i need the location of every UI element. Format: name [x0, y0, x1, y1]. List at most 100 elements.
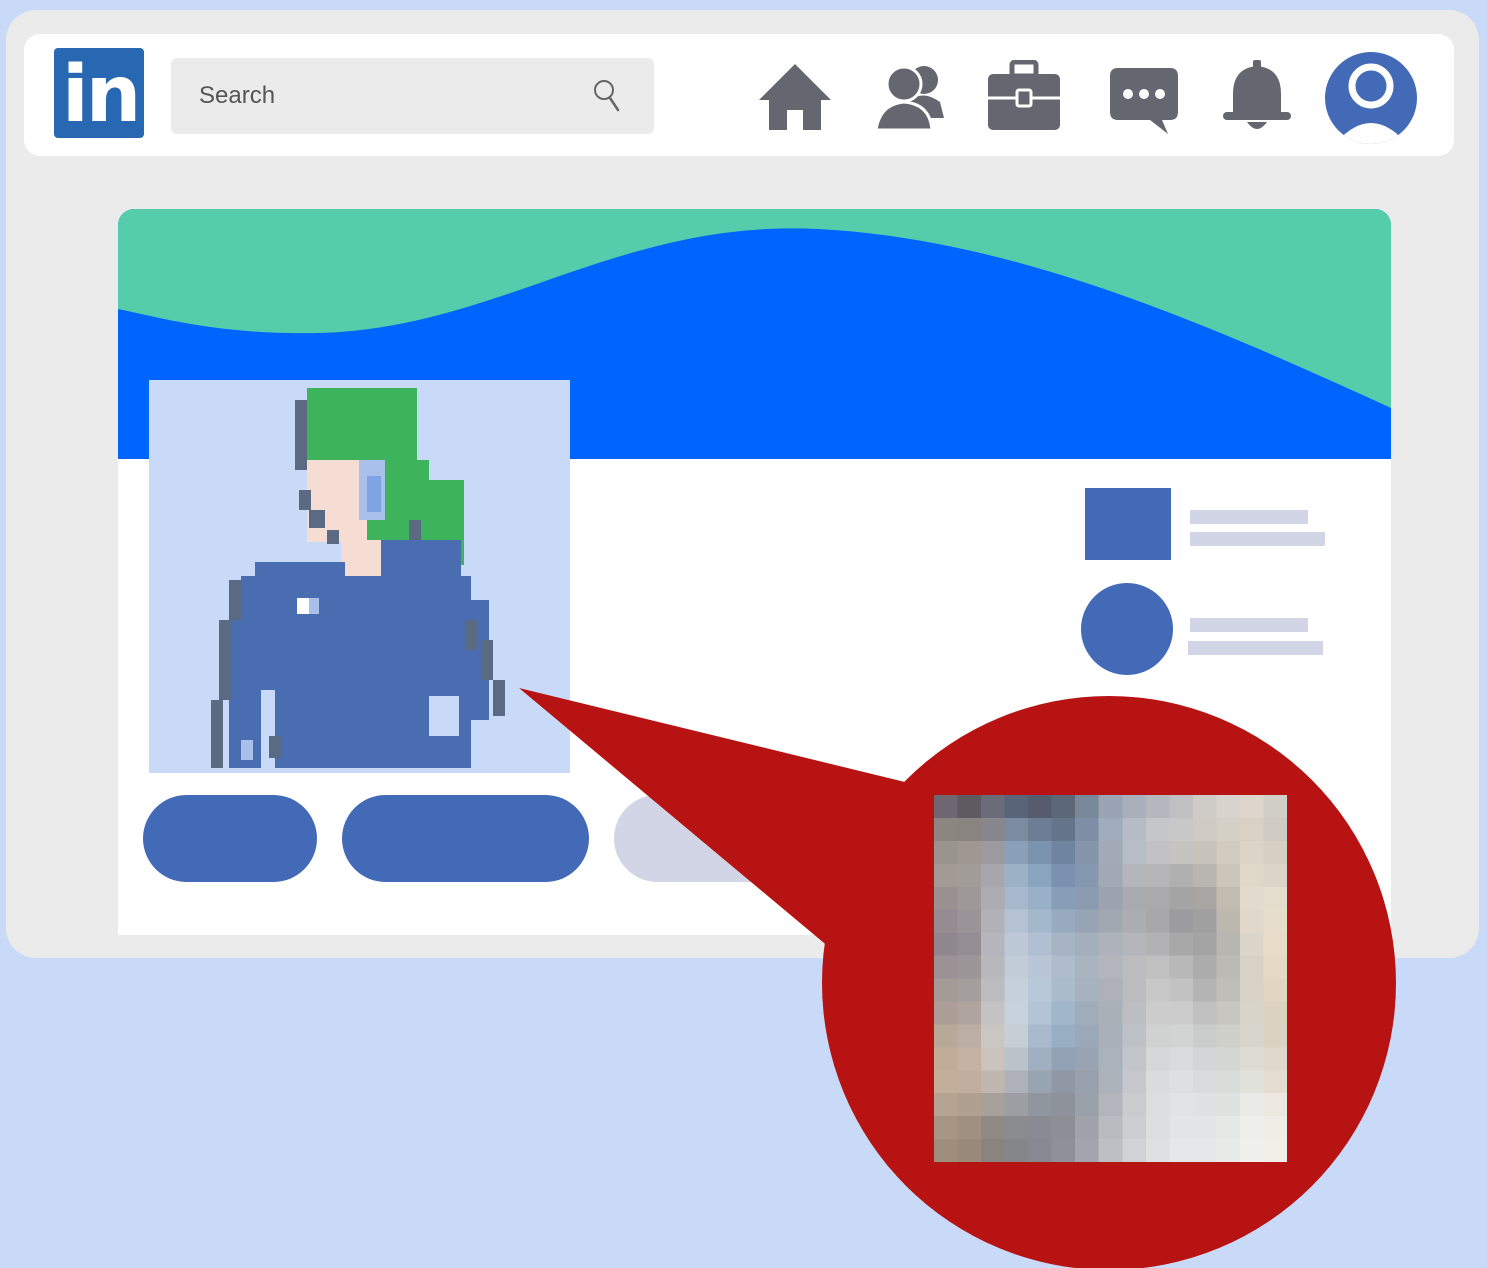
zoom-pixel: [1004, 1139, 1029, 1162]
zoom-pixel: [1263, 817, 1287, 842]
home-icon[interactable]: [757, 60, 833, 136]
zoom-pixel: [934, 909, 959, 934]
zoom-pixel: [1051, 1070, 1076, 1094]
zoom-pixel: [1004, 795, 1029, 819]
search-icon[interactable]: [592, 78, 624, 114]
profile-photo[interactable]: [149, 380, 570, 773]
zoom-pixel: [934, 1047, 959, 1071]
zoom-pixel: [1263, 1047, 1287, 1071]
zoom-pixel: [1028, 932, 1053, 957]
zoom-pixel: [1004, 932, 1029, 957]
zoom-pixel: [1004, 1116, 1029, 1140]
zoom-pixel: [1122, 1070, 1147, 1094]
zoom-pixel: [1028, 1024, 1053, 1048]
zoom-pixel: [1122, 1116, 1147, 1140]
zoom-pixel: [981, 1116, 1006, 1140]
zoom-pixel: [1122, 932, 1147, 957]
zoom-pixel: [1169, 955, 1194, 979]
zoom-pixel: [1028, 1047, 1053, 1071]
search-input[interactable]: [171, 58, 599, 134]
zoom-pixel: [1075, 1116, 1100, 1140]
zoom-pixel: [1192, 840, 1217, 865]
zoom-pixel: [1098, 1116, 1123, 1140]
zoom-pixel: [1145, 1024, 1170, 1048]
zoom-pixel: [1075, 817, 1100, 842]
zoom-pixel: [957, 1001, 982, 1025]
zoom-pixel: [934, 1093, 959, 1117]
zoom-pixel: [1122, 1139, 1147, 1162]
zoom-pixel: [1028, 1001, 1053, 1025]
more-action-button[interactable]: [614, 795, 814, 882]
zoom-pixel: [1239, 955, 1264, 979]
linkedin-logo[interactable]: in: [54, 48, 144, 138]
zoom-pixel: [1263, 1093, 1287, 1117]
zoom-pixel: [934, 840, 959, 865]
company-logo-placeholder[interactable]: [1085, 488, 1171, 560]
zoom-pixel: [1122, 795, 1147, 819]
zoom-pixel: [1098, 863, 1123, 888]
zoom-pixel: [1075, 1047, 1100, 1071]
zoom-pixel: [957, 840, 982, 865]
zoom-pixel: [1075, 840, 1100, 865]
zoom-pixel: [1192, 1047, 1217, 1071]
zoom-pixel: [1145, 1093, 1170, 1117]
zoom-pixel: [1169, 978, 1194, 1002]
zoom-pixel: [1004, 1024, 1029, 1048]
zoom-pixel: [1145, 1070, 1170, 1094]
zoom-pixel: [1122, 1001, 1147, 1025]
zoom-pixel: [1004, 817, 1029, 842]
zoom-pixel: [1192, 795, 1217, 819]
zoom-pixel: [1239, 1070, 1264, 1094]
zoom-pixel: [1004, 886, 1029, 911]
zoom-pixel: [1028, 1116, 1053, 1140]
zoom-pixel: [934, 932, 959, 957]
zoom-pixel: [1263, 1139, 1287, 1162]
network-icon[interactable]: [874, 60, 950, 136]
zoom-pixel: [1028, 955, 1053, 979]
zoom-pixel: [981, 1070, 1006, 1094]
zoom-pixel: [1122, 955, 1147, 979]
zoom-pixel: [957, 1116, 982, 1140]
company-detail-placeholder: [1190, 532, 1325, 546]
zoom-pixel: [981, 978, 1006, 1002]
zoom-pixel: [1216, 1024, 1241, 1048]
zoom-pixel: [1028, 978, 1053, 1002]
zoom-pixel: [981, 909, 1006, 934]
zoom-pixel: [1004, 1093, 1029, 1117]
search-bar[interactable]: [171, 58, 654, 134]
zoom-pixel: [1028, 1093, 1053, 1117]
zoom-pixel: [981, 932, 1006, 957]
zoom-pixel: [1192, 1093, 1217, 1117]
zoom-pixel: [1004, 840, 1029, 865]
zoom-pixel: [1239, 817, 1264, 842]
secondary-action-button[interactable]: [342, 795, 589, 882]
zoom-pixel: [1075, 1024, 1100, 1048]
messaging-icon[interactable]: [1106, 60, 1182, 136]
zoom-pixel: [1075, 955, 1100, 979]
zoom-pixel: [1051, 1139, 1076, 1162]
zoom-pixel: [1216, 1070, 1241, 1094]
jobs-icon[interactable]: [986, 60, 1062, 136]
zoom-pixel: [1098, 795, 1123, 819]
notifications-icon[interactable]: [1219, 60, 1295, 136]
school-logo-placeholder[interactable]: [1081, 583, 1173, 675]
zoom-pixel: [1051, 978, 1076, 1002]
zoom-pixel: [1216, 863, 1241, 888]
zoom-pixel: [934, 1024, 959, 1048]
zoom-pixel: [1263, 1001, 1287, 1025]
zoom-pixel: [981, 1139, 1006, 1162]
zoom-pixel: [957, 1093, 982, 1117]
zoom-pixel: [1239, 1093, 1264, 1117]
zoom-pixel: [1145, 1047, 1170, 1071]
zoom-pixel: [1239, 1024, 1264, 1048]
profile-avatar-icon[interactable]: [1325, 52, 1417, 144]
zoom-pixel: [1004, 909, 1029, 934]
school-detail-placeholder: [1188, 641, 1323, 655]
zoom-pixel: [1098, 1001, 1123, 1025]
zoom-pixel: [957, 909, 982, 934]
zoom-pixel: [981, 1047, 1006, 1071]
zoom-pixel: [1004, 1047, 1029, 1071]
primary-action-button[interactable]: [143, 795, 317, 882]
zoom-pixel: [957, 1070, 982, 1094]
zoom-pixel: [1239, 1047, 1264, 1071]
